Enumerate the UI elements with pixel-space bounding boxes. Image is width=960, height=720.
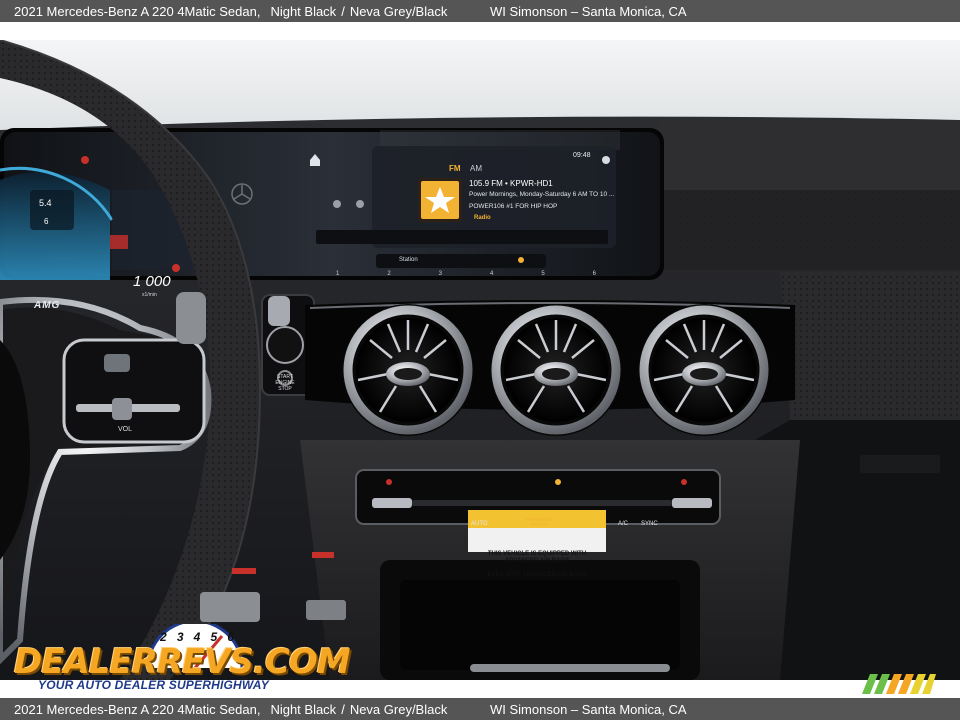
caption-dealer: WI Simonson – Santa Monica, CA (490, 3, 687, 19)
screen-search-label[interactable]: Station (399, 257, 418, 263)
cluster-brand: AMG (34, 300, 61, 311)
screen-clock: 09:48 (573, 152, 591, 159)
preset-button[interactable]: 1 (336, 271, 339, 281)
airbag-sticker: THIS VEHICLE IS EQUIPPED WITH ADVANCED A… (468, 551, 606, 565)
wheel-vol-label: VOL (118, 426, 133, 433)
caption-vehicle: 2021 Mercedes-Benz A 220 4Matic Sedan, (14, 3, 261, 19)
caption-dealer: WI Simonson – Santa Monica, CA (490, 701, 687, 717)
caption-exterior: Night Black (270, 701, 337, 717)
climate-auto-button[interactable]: AUTO (471, 521, 488, 527)
climate-passenger-airbag: PASSENGER AIR BAG (525, 517, 553, 527)
screen-program: Power Mornings, Monday-Saturday 6 AM TO … (469, 191, 615, 198)
start-stop-button[interactable]: START ENGINE STOP (272, 374, 298, 392)
screen-radio-badge: Radio (474, 215, 491, 221)
preset-button[interactable]: 6 (593, 271, 596, 281)
start-stop-line: STOP (278, 386, 292, 392)
climate-sync-button[interactable]: SYNC (641, 521, 658, 527)
cluster-readout-bottom: 6 (44, 217, 49, 226)
cluster-rpm-unit: x1/min (142, 292, 157, 298)
screen-band-am: AM (470, 164, 482, 173)
caption-vehicle: 2021 Mercedes-Benz A 220 4Matic Sedan, (14, 701, 261, 717)
cluster-readout-top: 5.4 (39, 198, 52, 208)
preset-button[interactable]: 4 (490, 271, 493, 281)
preset-button[interactable]: 3 (439, 271, 442, 281)
preset-button[interactable]: 2 (387, 271, 390, 281)
climate-ac-button[interactable]: A/C (618, 521, 628, 527)
airbag-sticker-line: ADVANCED AIR BAGS (504, 558, 570, 564)
airbag-sticker-line: THIS VEHICLE IS EQUIPPED WITH (487, 551, 587, 557)
air-vents (342, 304, 770, 436)
screen-slogan: POWER106 #1 FOR HIP HOP (469, 203, 558, 210)
caption-interior: Neva Grey/Black (349, 701, 448, 717)
preset-button[interactable]: 5 (541, 271, 544, 281)
caption-bar-bottom: 2021 Mercedes-Benz A 220 4Matic Sedan, N… (0, 698, 960, 720)
caption-separator: / (341, 3, 345, 19)
caption-separator: / (341, 701, 345, 717)
screen-preset-strip: 1 2 3 4 5 6 (336, 271, 596, 281)
screen-station: 105.9 FM • KPWR-HD1 (469, 179, 553, 188)
watermark-tagline: YOUR AUTO DEALER SUPERHIGHWAY (38, 678, 269, 692)
caption-interior: Neva Grey/Black (349, 3, 448, 19)
dealerrevs-watermark: 2 3 4 5 6 DEALERREVS.COM YOUR AUTO DEALE… (10, 624, 351, 694)
caption-bar-top: 2021 Mercedes-Benz A 220 4Matic Sedan, N… (0, 0, 960, 22)
screen-band-fm: FM (449, 164, 461, 173)
caption-exterior: Night Black (270, 3, 337, 19)
stripes-logo (862, 674, 936, 694)
airbag-sticker-line: EVEN WITH ADVANCED AIR BAGS (487, 572, 587, 578)
watermark-brand: DEALERREVS.COM (14, 642, 351, 682)
cluster-rpm: 1 000 (133, 273, 171, 290)
dashboard-photo: FM AM 09:48 105.9 FM • KPWR-HD1 Power Mo… (0, 40, 960, 680)
